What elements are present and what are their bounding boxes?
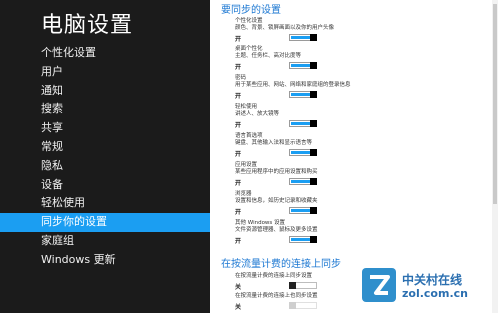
toggle-state-label: 关 bbox=[235, 304, 242, 311]
watermark: 中关村在线 zol.com.cn bbox=[362, 268, 492, 308]
setting-app-settings: 应用设置 某些应用程序中的应用设置和购买 开 bbox=[235, 162, 445, 187]
app-title: 电脑设置 bbox=[41, 13, 134, 38]
toggle-switch[interactable] bbox=[289, 120, 317, 127]
setting-ease-of-access: 轻松使用 讲述人、放大镜等 开 bbox=[235, 104, 445, 129]
sidebar-item-sync-settings[interactable]: 同步你的设置 bbox=[0, 213, 210, 232]
setting-name: 桌面个性化 bbox=[235, 46, 263, 52]
toggle-state-label: 开 bbox=[235, 238, 242, 245]
toggle-state-label: 关 bbox=[235, 284, 242, 291]
toggle-switch[interactable] bbox=[289, 178, 317, 185]
main-panel: 要同步的设置 个性化设置 颜色、背景、锁屏画面以及你的用户头像 开 桌面个性化 … bbox=[210, 0, 500, 313]
setting-name: 轻松使用 bbox=[235, 104, 258, 110]
toggle-state-label: 开 bbox=[235, 151, 242, 158]
sidebar-item-devices[interactable]: 设备 bbox=[0, 176, 210, 195]
setting-desc: 设置和信息，如历史记录和收藏夹 bbox=[235, 198, 318, 204]
setting-desktop-personalize: 桌面个性化 主题、任务栏、高对比度等 开 bbox=[235, 46, 445, 71]
sidebar-item-personalize[interactable]: 个性化设置 bbox=[0, 44, 210, 63]
toggle-switch[interactable] bbox=[289, 282, 317, 289]
metered-section-title: 在按流量计费的连接上同步 bbox=[221, 259, 341, 270]
sidebar-item-ease-of-access[interactable]: 轻松使用 bbox=[0, 194, 210, 213]
setting-name: 个性化设置 bbox=[235, 18, 263, 24]
sidebar-nav: 个性化设置 用户 通知 搜索 共享 常规 隐私 设备 轻松使用 同步你的设置 家… bbox=[0, 44, 210, 270]
sidebar-item-privacy[interactable]: 隐私 bbox=[0, 157, 210, 176]
sidebar-item-general[interactable]: 常规 bbox=[0, 138, 210, 157]
toggle-switch[interactable] bbox=[289, 62, 317, 69]
setting-name: 应用设置 bbox=[235, 162, 258, 168]
sidebar-item-search[interactable]: 搜索 bbox=[0, 100, 210, 119]
sidebar: 电脑设置 个性化设置 用户 通知 搜索 共享 常规 隐私 设备 轻松使用 同步你… bbox=[0, 0, 210, 313]
toggle-switch[interactable] bbox=[289, 302, 317, 309]
watermark-url: zol.com.cn bbox=[402, 287, 468, 300]
sidebar-item-share[interactable]: 共享 bbox=[0, 119, 210, 138]
setting-desc: 某些应用程序中的应用设置和购买 bbox=[235, 169, 318, 175]
toggle-state-label: 开 bbox=[235, 64, 242, 71]
zol-logo-icon bbox=[362, 268, 396, 302]
toggle-state-label: 开 bbox=[235, 36, 242, 43]
setting-desc: 文件资源管理器、鼠标及更多设置 bbox=[235, 227, 318, 233]
toggle-switch[interactable] bbox=[289, 236, 317, 243]
setting-name: 其他 Windows 设置 bbox=[235, 220, 286, 226]
toggle-state-label: 开 bbox=[235, 93, 242, 100]
setting-desc: 键盘、其他输入法和显示语言等 bbox=[235, 140, 313, 146]
toggle-state-label: 开 bbox=[235, 122, 242, 129]
sidebar-item-notifications[interactable]: 通知 bbox=[0, 82, 210, 101]
setting-language: 语言首选项 键盘、其他输入法和显示语言等 开 bbox=[235, 133, 445, 158]
toggle-switch[interactable] bbox=[289, 149, 317, 156]
setting-desc: 用于某些应用、网站、网络和家庭组的登录信息 bbox=[235, 82, 351, 88]
setting-desc: 讲述人、放大镜等 bbox=[235, 111, 280, 117]
sidebar-item-homegroup[interactable]: 家庭组 bbox=[0, 232, 210, 251]
toggle-switch[interactable] bbox=[289, 34, 317, 41]
watermark-cn: 中关村在线 bbox=[402, 273, 463, 287]
setting-desc: 主题、任务栏、高对比度等 bbox=[235, 53, 302, 59]
setting-passwords: 密码 用于某些应用、网站、网络和家庭组的登录信息 开 bbox=[235, 75, 445, 100]
scrollbar[interactable] bbox=[492, 0, 498, 313]
scrollbar-thumb[interactable] bbox=[493, 4, 497, 204]
setting-name: 密码 bbox=[235, 75, 247, 81]
sidebar-item-windows-update[interactable]: Windows 更新 bbox=[0, 251, 210, 270]
toggle-switch[interactable] bbox=[289, 91, 317, 98]
toggle-switch[interactable] bbox=[289, 207, 317, 214]
setting-desc: 颜色、背景、锁屏画面以及你的用户头像 bbox=[235, 25, 335, 31]
toggle-state-label: 开 bbox=[235, 209, 242, 216]
toggle-state-label: 开 bbox=[235, 180, 242, 187]
setting-name: 浏览器 bbox=[235, 191, 252, 197]
setting-other-windows: 其他 Windows 设置 文件资源管理器、鼠标及更多设置 开 bbox=[235, 220, 445, 245]
setting-name: 语言首选项 bbox=[235, 133, 263, 139]
sidebar-item-users[interactable]: 用户 bbox=[0, 63, 210, 82]
setting-browser: 浏览器 设置和信息，如历史记录和收藏夹 开 bbox=[235, 191, 445, 216]
setting-personalize: 个性化设置 颜色、背景、锁屏画面以及你的用户头像 开 bbox=[235, 18, 445, 43]
sync-section-title: 要同步的设置 bbox=[221, 5, 281, 16]
